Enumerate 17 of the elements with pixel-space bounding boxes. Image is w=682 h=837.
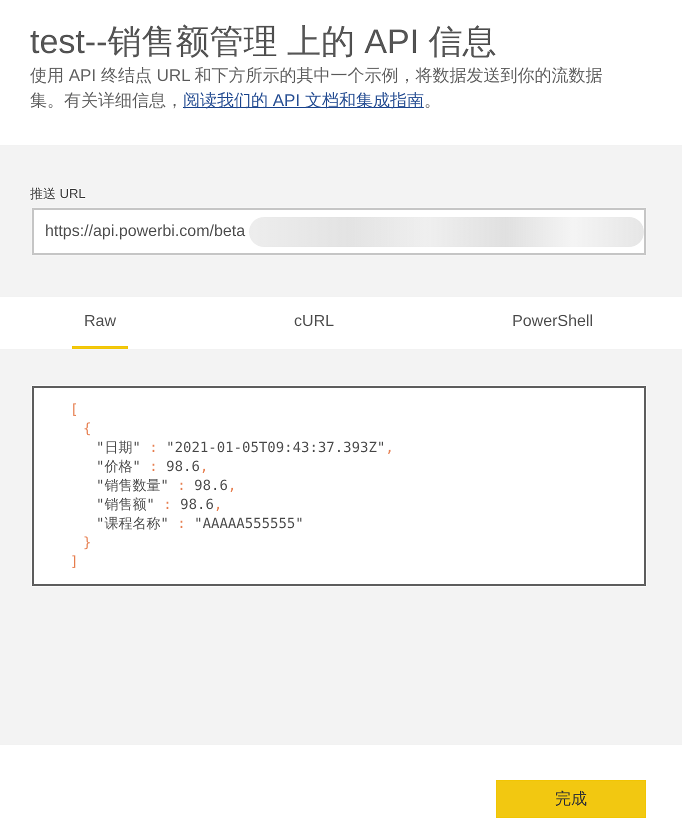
tab[interactable]: PowerShell [500, 297, 605, 349]
tab[interactable]: cURL [282, 297, 346, 349]
docs-link[interactable]: 阅读我们的 API 文档和集成指南 [183, 91, 424, 110]
dialog-title: test--销售额管理 上的 API 信息 [30, 22, 497, 62]
description: 使用 API 终结点 URL 和下方所示的其中一个示例，将数据发送到你的流数据集。有关详细信息，阅读我们的 API 文档和集成指南。 [30, 65, 604, 112]
code-line: "课程名称" : "AAAAA555555" [96, 515, 304, 534]
code-line: "销售数量" : 98.6, [96, 477, 236, 496]
code-line: "销售额" : 98.6, [96, 496, 222, 515]
code-line: { [83, 420, 92, 439]
code-line: "价格" : 98.6, [96, 458, 208, 477]
done-button[interactable]: 完成 [496, 780, 646, 818]
code-line: [ [70, 401, 78, 420]
url-field[interactable]: https://api.powerbi.com/beta [32, 208, 646, 255]
field-label: 推送 URL [30, 185, 86, 203]
code-line: ] [70, 553, 78, 572]
code-line: } [83, 534, 92, 553]
code-line: "日期" : "2021-01-05T09:43:37.393Z", [96, 439, 394, 458]
